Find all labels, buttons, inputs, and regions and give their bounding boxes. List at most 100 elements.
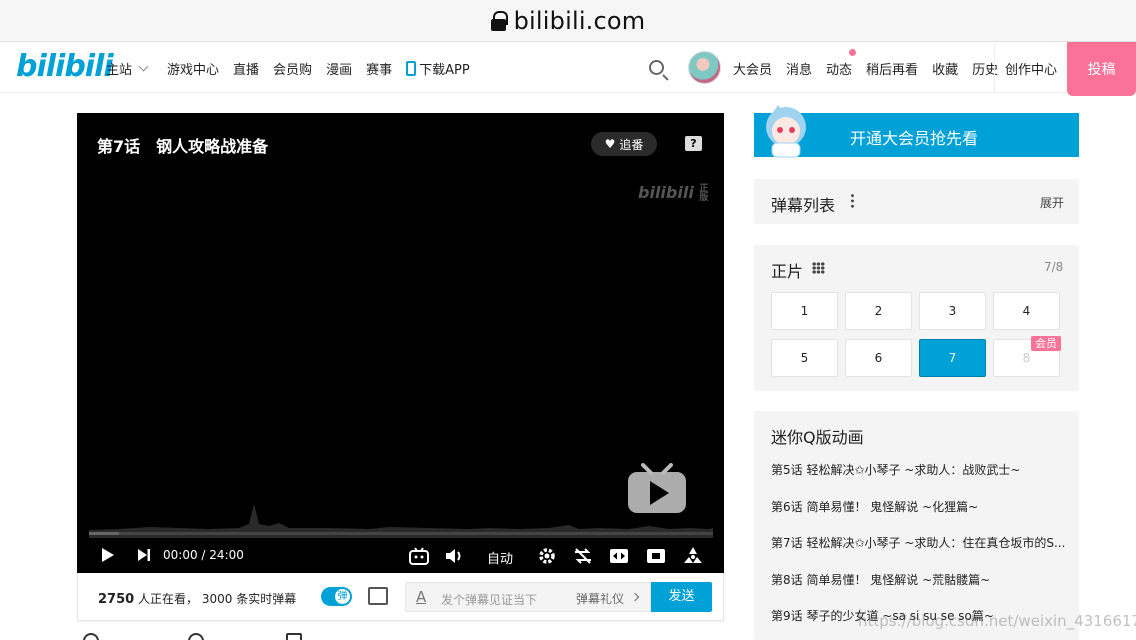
font-style-icon[interactable]: A [416,588,426,606]
nav-creator-center[interactable]: 创作中心 [994,43,1067,93]
nav-label: 下载APP [419,62,470,78]
toggle-label: 弹 [335,589,350,604]
episode-button[interactable]: 3 [919,292,986,330]
nav-label: 动态 [826,62,853,78]
nav-dynamics[interactable]: 动态 [826,48,857,78]
send-button[interactable]: 发送 [651,582,712,612]
chevron-right-icon [630,592,640,602]
widescreen-icon[interactable] [609,547,629,565]
main-nav: 主站 游戏中心 直播 会员购 漫画 赛事 下载APP [106,43,484,93]
danmaku-toggle[interactable]: 弹 [321,587,352,606]
progress-bar[interactable] [89,532,713,535]
upload-button[interactable]: 投稿 [1067,42,1136,96]
site-header: bilibili 主站 游戏中心 直播 会员购 漫画 赛事 下载APP 大会员 … [0,42,1136,96]
more-vertical-icon[interactable] [851,193,854,209]
watermark-tag: 正版 [699,183,709,203]
danmaku-input[interactable]: A 发个弹幕见证当下 弹幕礼仪 [405,582,651,612]
list-item[interactable]: 第5话 轻松解决✩小琴子 ~求助人：战败武士~ [771,461,1071,478]
volume-icon[interactable] [445,547,465,565]
nav-messages[interactable]: 消息 [786,59,812,78]
phone-icon [406,60,417,76]
episodes-title: 正片 [771,262,804,281]
list-item[interactable]: 第8话 简单易懂！ 鬼怪解说 ~荒骷髅篇~ [771,571,1071,588]
episode-button[interactable]: 6 [845,339,912,377]
time-display: 00:00 / 24:00 [163,548,244,562]
episode-button[interactable]: 5 [771,339,838,377]
avatar[interactable] [688,51,721,84]
help-icon[interactable]: ? [685,136,702,151]
time-current: 00:00 [163,548,198,562]
nav-watch-later[interactable]: 稍后再看 [866,59,918,78]
settings-gear-icon[interactable] [537,546,557,566]
lock-icon [490,10,508,31]
player-watermark: bilibili 正版 [638,183,709,203]
episodes-panel: 正片 7/8 1 2 3 4 5 6 7 8 会员 [754,245,1079,391]
episode-count: 7/8 [1044,260,1064,274]
mascot-icon [766,105,806,158]
danmaku-placeholder: 发个弹幕见证当下 [441,593,538,607]
progress-fill [89,532,119,535]
follow-label: 追番 [619,137,644,152]
episode-button-vip[interactable]: 8 会员 [993,336,1061,377]
nav-label: 主站 [106,62,133,78]
notification-dot [849,48,857,56]
danmaku-list-title: 弹幕列表 [771,196,836,215]
nav-main-site[interactable]: 主站 [106,59,149,78]
nav-download-app[interactable]: 下载APP [406,59,470,78]
play-icon[interactable] [101,547,115,563]
bilibili-logo[interactable]: bilibili [16,49,114,84]
time-separator: / [201,548,206,562]
fullscreen-web-icon[interactable] [646,547,666,565]
nav-shop[interactable]: 会员购 [273,59,312,78]
viewer-info: 2750 人正在看， 3000 条实时弹幕 [98,590,296,607]
heart-icon: ♥ [604,137,616,151]
bilibili-tv-icon[interactable] [409,547,429,565]
nav-live[interactable]: 直播 [233,59,259,78]
episode-number: 8 [1022,351,1031,365]
nav-vip[interactable]: 大会员 [733,59,772,78]
related-title: 迷你Q版动画 [771,428,864,447]
blog-watermark: https://blog.csdn.net/weixin_43166170 [858,612,1136,630]
time-total: 24:00 [209,548,244,562]
danmaku-bar: 2750 人正在看， 3000 条实时弹幕 弹 A 发个弹幕见证当下 弹幕礼仪 … [77,573,724,621]
coin-icon[interactable] [188,633,204,640]
episode-button[interactable]: 4 [993,292,1060,330]
list-item[interactable]: 第6话 简单易懂！ 鬼怪解说 ~化狸篇~ [771,498,1071,515]
browser-url-bar[interactable]: bilibili.com [0,0,1136,42]
follow-button[interactable]: ♥ 追番 [591,132,657,156]
next-icon[interactable] [137,547,151,563]
nav-manga[interactable]: 漫画 [326,59,352,78]
related-series-panel: 迷你Q版动画 第5话 轻松解决✩小琴子 ~求助人：战败武士~ 第6话 简单易懂！… [754,411,1079,640]
url-text: bilibili.com [513,6,646,35]
vip-banner-text: 开通大会员抢先看 [850,129,979,148]
episode-title: 第7话 钢人攻略战准备 [97,137,269,156]
danmaku-count: 3000 [201,592,233,606]
video-player[interactable]: 第7话 钢人攻略战准备 ♥ 追番 ? bilibili 正版 00:00 / 2… [77,113,724,573]
danmaku-suffix: 条实时弹幕 [236,592,297,606]
expand-button[interactable]: 展开 [1040,194,1064,211]
danmaku-off-icon[interactable] [573,546,593,566]
episode-button[interactable]: 2 [845,292,912,330]
grid-view-icon[interactable] [812,262,825,274]
danmaku-list-panel[interactable]: 弹幕列表 展开 [754,179,1079,224]
list-item[interactable]: 第7话 轻松解决✩小琴子 ~求助人：住在真仓坂市的S... [771,534,1071,551]
vip-badge: 会员 [1031,336,1061,351]
user-nav: 大会员 消息 动态 稍后再看 收藏 历史 [733,43,1012,93]
episode-button-active[interactable]: 7 [919,339,986,377]
search-icon[interactable] [649,60,664,75]
action-icons-row [80,633,380,640]
quality-select[interactable]: 自动 [487,548,513,567]
like-icon[interactable] [83,633,99,640]
favorite-icon[interactable] [286,633,302,640]
vip-banner[interactable]: 开通大会员抢先看 [754,105,1079,158]
player-controls: 00:00 / 24:00 自动 [77,538,724,573]
chevron-down-icon [138,61,149,71]
nav-esports[interactable]: 赛事 [366,59,392,78]
nav-favorites[interactable]: 收藏 [932,59,958,78]
nav-game-center[interactable]: 游戏中心 [167,59,219,78]
danmaku-settings-icon[interactable] [368,587,388,605]
danmaku-etiquette-link[interactable]: 弹幕礼仪 [576,590,624,607]
fullscreen-icon[interactable] [682,546,704,566]
episode-button[interactable]: 1 [771,292,838,330]
watermark-text: bilibili [638,183,694,202]
